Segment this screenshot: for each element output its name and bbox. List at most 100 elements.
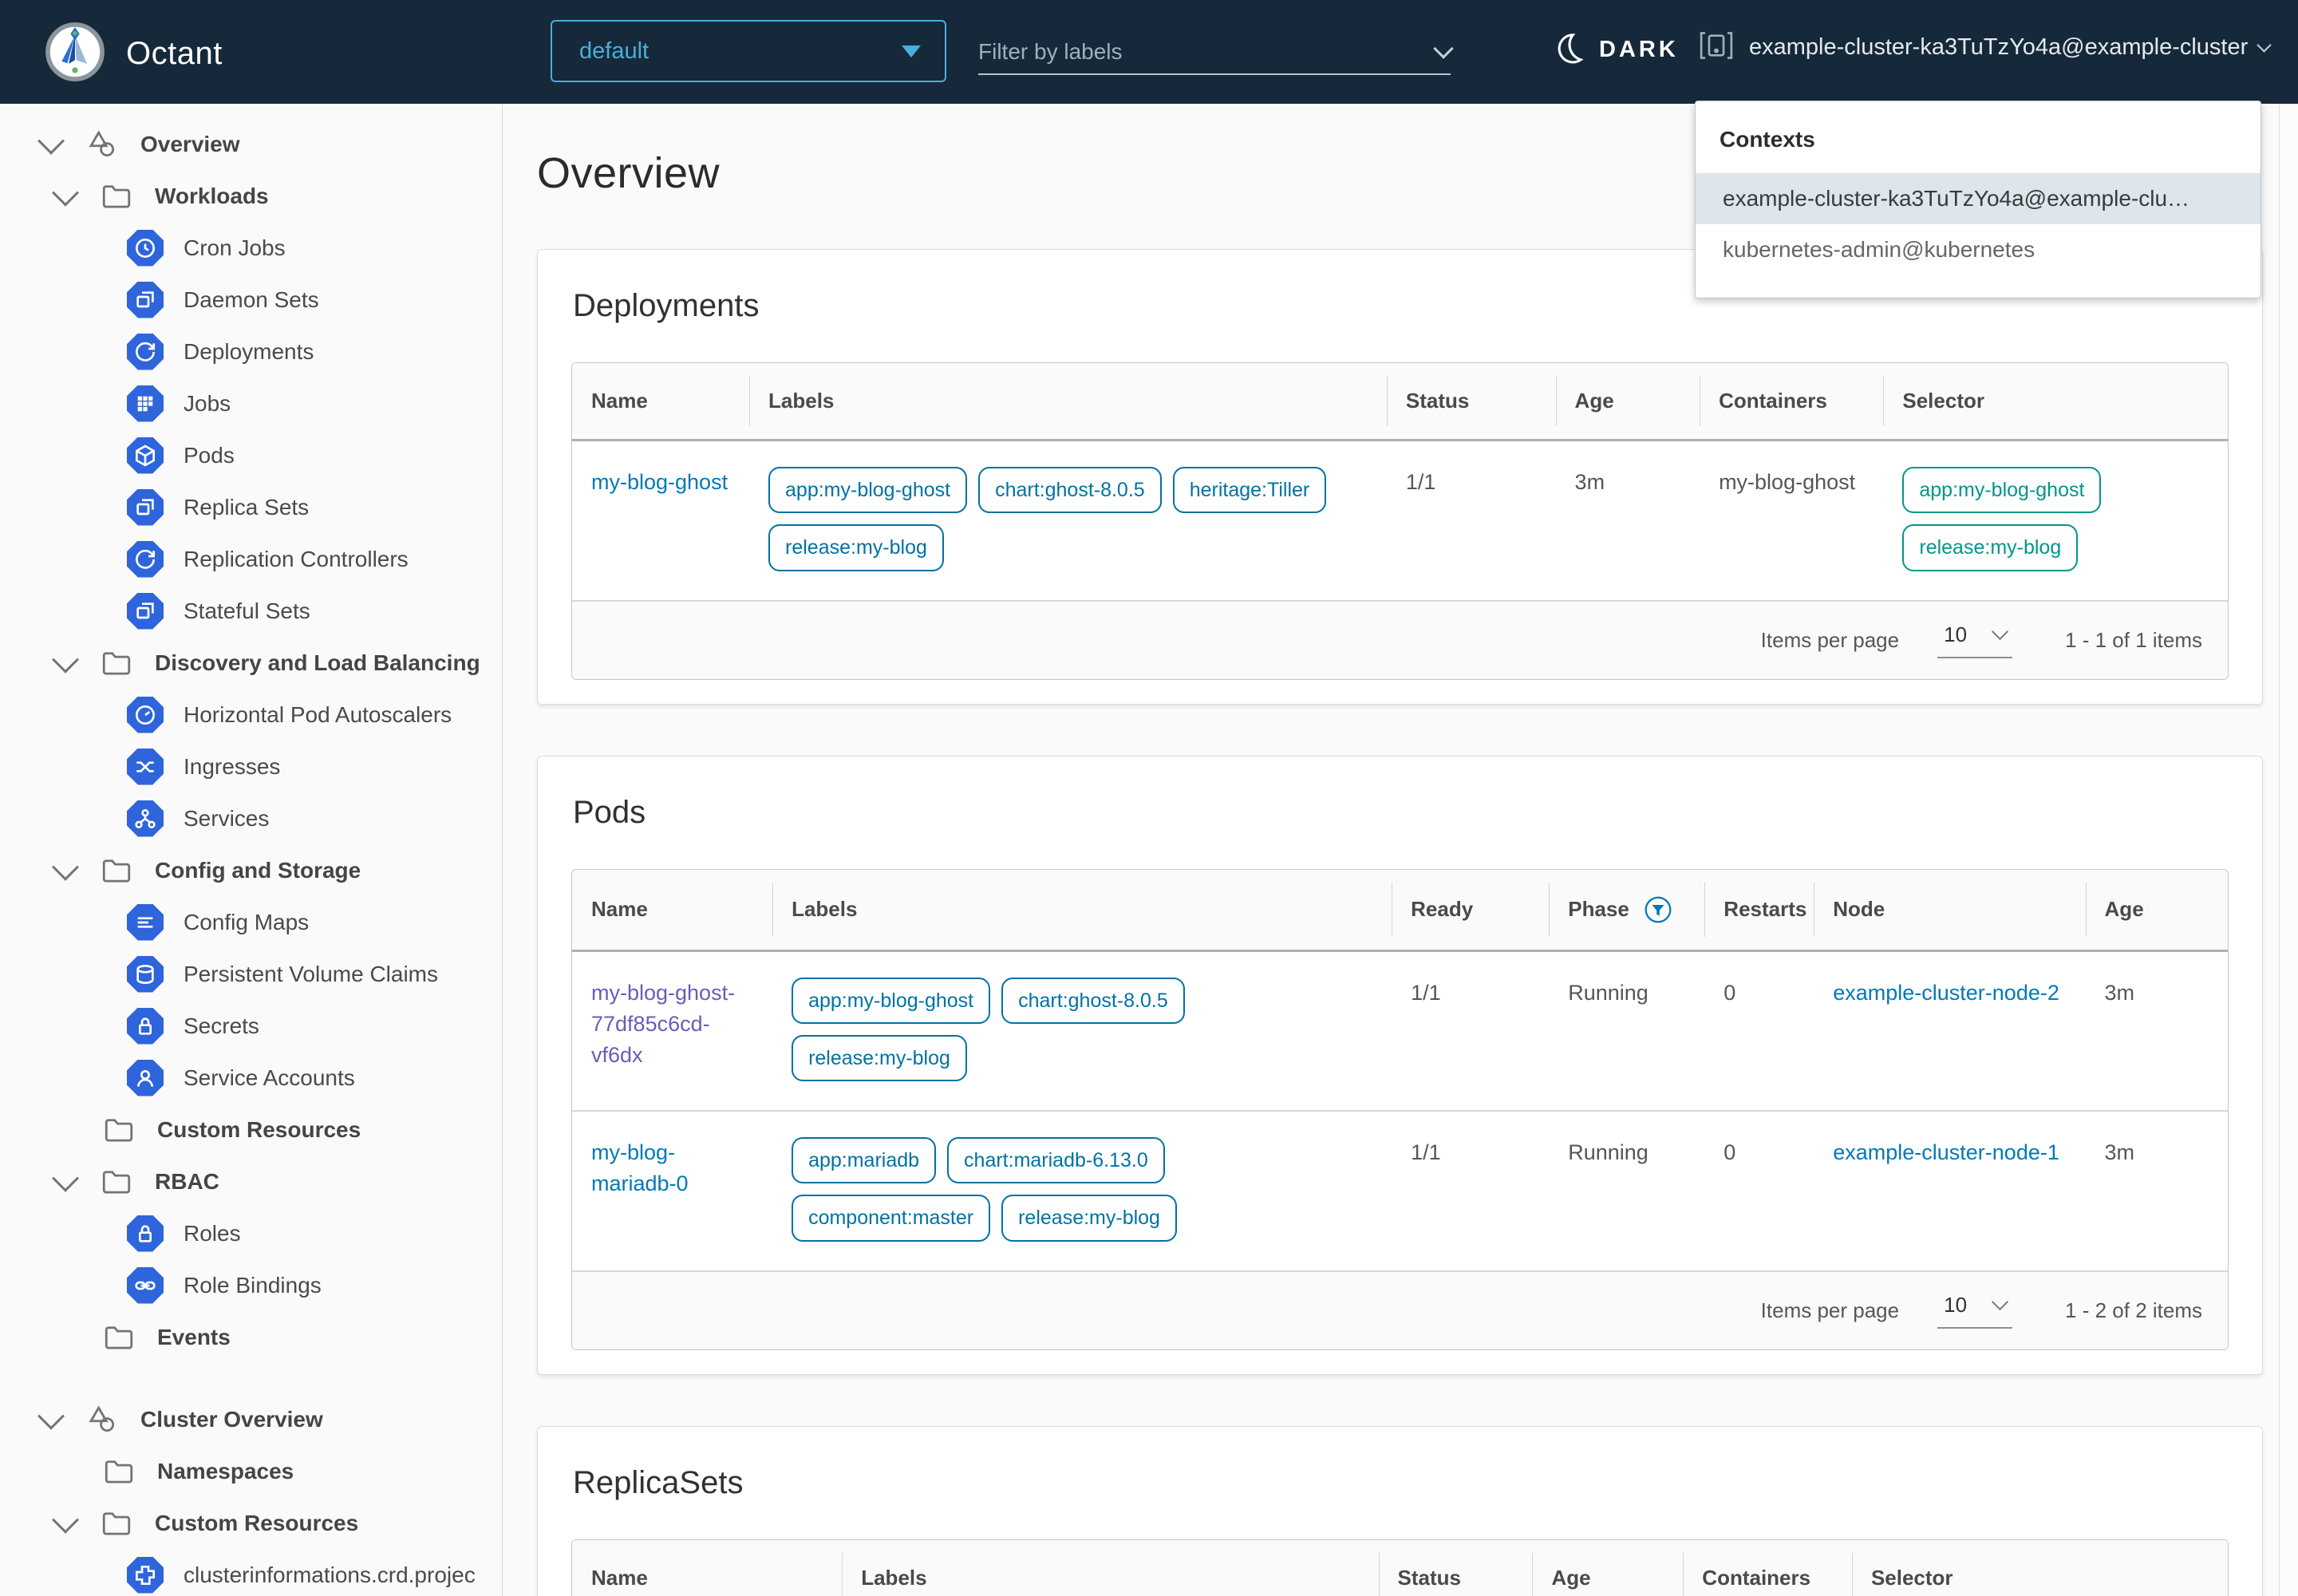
label-chip[interactable]: chart:ghost-8.0.5: [978, 467, 1162, 513]
label-chip[interactable]: heritage:Tiller: [1173, 467, 1327, 513]
sidebar-item-persistent-volume-claims[interactable]: Persistent Volume Claims: [0, 948, 502, 1000]
sidebar-item-events[interactable]: Events: [0, 1311, 502, 1363]
label-chip[interactable]: app:my-blog-ghost: [768, 467, 967, 513]
column-header-labels: Labels: [772, 870, 1392, 951]
sidebar-item-config-maps[interactable]: Config Maps: [0, 896, 502, 948]
column-header-node: Node: [1814, 870, 2085, 951]
sidebar-item-label: Cron Jobs: [184, 235, 286, 261]
sidebar-item-label: Custom Resources: [157, 1117, 361, 1143]
chevron-down-icon[interactable]: [52, 853, 79, 880]
table-header-row: Name Labels Status Age Containers Select…: [572, 363, 2228, 440]
sidebar-item-discovery-and-load-balancing[interactable]: Discovery and Load Balancing: [0, 637, 502, 689]
serviceaccount-icon: [126, 1060, 164, 1096]
configmap-icon: [126, 904, 164, 941]
column-header-name: Name: [572, 363, 749, 440]
chevron-down-icon[interactable]: [38, 127, 65, 154]
filter-funnel-icon[interactable]: [1644, 895, 1672, 924]
context-option[interactable]: kubernetes-admin@kubernetes: [1696, 224, 2260, 275]
sidebar-item-label: clusterinformations.crd.projec: [184, 1562, 476, 1588]
filter-placeholder: Filter by labels: [978, 39, 1436, 65]
page-size-select[interactable]: 10: [1937, 622, 2012, 658]
sidebar-item-role-bindings[interactable]: Role Bindings: [0, 1259, 502, 1311]
label-chip[interactable]: chart:mariadb-6.13.0: [947, 1137, 1165, 1183]
deployments-card: Deployments Name Labels Status Age Conta…: [537, 249, 2263, 705]
sidebar-item-clusterinformations-crd-projec[interactable]: clusterinformations.crd.projec: [0, 1549, 502, 1596]
sidebar-item-custom-resources[interactable]: Custom Resources: [0, 1104, 502, 1156]
age-cell: 3m: [1556, 440, 1700, 600]
label-chip[interactable]: release:my-blog: [768, 524, 944, 571]
column-header-selector: Selector: [1852, 1540, 2228, 1596]
sidebar-item-replication-controllers[interactable]: Replication Controllers: [0, 533, 502, 585]
chevron-down-icon[interactable]: [38, 1402, 65, 1429]
chevron-down-icon: [2257, 38, 2272, 52]
sidebar-item-cluster-overview[interactable]: Cluster Overview: [0, 1393, 502, 1445]
selector-chip[interactable]: app:my-blog-ghost: [1902, 467, 2101, 513]
sidebar-item-overview[interactable]: Overview: [0, 118, 502, 170]
sidebar-item-workloads[interactable]: Workloads: [0, 170, 502, 222]
chevron-down-icon[interactable]: [52, 1164, 79, 1191]
sidebar-item-horizontal-pod-autoscalers[interactable]: Horizontal Pod Autoscalers: [0, 689, 502, 741]
chevron-down-icon[interactable]: [52, 179, 79, 206]
chevron-down-icon[interactable]: [52, 1506, 79, 1533]
pod-link[interactable]: my-blog-mariadb-0: [591, 1140, 689, 1195]
deployment-link[interactable]: my-blog-ghost: [591, 470, 728, 494]
label-chip[interactable]: release:my-blog: [792, 1035, 967, 1081]
label-chip[interactable]: component:master: [792, 1195, 990, 1241]
sidebar-item-jobs[interactable]: Jobs: [0, 377, 502, 429]
card-title: ReplicaSets: [573, 1465, 2229, 1501]
sidebar-item-ingresses[interactable]: Ingresses: [0, 741, 502, 792]
sidebar-item-label: Pods: [184, 443, 235, 468]
cronjob-icon: [126, 230, 164, 267]
theme-toggle[interactable]: DARK: [1551, 30, 1679, 69]
service-icon: [126, 800, 164, 837]
chevron-down-icon[interactable]: [52, 646, 79, 673]
label-chip[interactable]: release:my-blog: [1001, 1195, 1177, 1241]
page-size-select[interactable]: 10: [1937, 1293, 2012, 1329]
sidebar-item-label: Horizontal Pod Autoscalers: [184, 702, 452, 728]
sidebar-item-config-and-storage[interactable]: Config and Storage: [0, 844, 502, 896]
sidebar-item-label: Config and Storage: [155, 858, 361, 883]
node-link[interactable]: example-cluster-node-1: [1833, 1140, 2059, 1164]
label-chip[interactable]: app:my-blog-ghost: [792, 978, 990, 1024]
sidebar-item-label: Workloads: [155, 184, 269, 209]
column-header-labels: Labels: [749, 363, 1387, 440]
column-header-containers: Containers: [1700, 363, 1883, 440]
pod-link[interactable]: my-blog-ghost-77df85c6cd-vf6dx: [591, 981, 735, 1067]
context-label: example-cluster-ka3TuTzYo4a@example-clus…: [1749, 34, 2248, 61]
selector-chip[interactable]: release:my-blog: [1902, 524, 2078, 571]
sidebar-item-rbac[interactable]: RBAC: [0, 1156, 502, 1207]
sidebar-item-label: Daemon Sets: [184, 287, 319, 313]
context-selector[interactable]: example-cluster-ka3TuTzYo4a@example-clus…: [1698, 29, 2269, 66]
sidebar-item-label: Deployments: [184, 339, 314, 365]
sidebar-item-services[interactable]: Services: [0, 792, 502, 844]
page-size-value: 10: [1944, 1293, 1967, 1317]
sidebar-item-stateful-sets[interactable]: Stateful Sets: [0, 585, 502, 637]
column-header-name: Name: [572, 870, 772, 951]
context-option-selected[interactable]: example-cluster-ka3TuTzYo4a@example-clu…: [1696, 173, 2260, 224]
sidebar-item-namespaces[interactable]: Namespaces: [0, 1445, 502, 1497]
node-link[interactable]: example-cluster-node-2: [1833, 981, 2059, 1005]
sidebar-item-replica-sets[interactable]: Replica Sets: [0, 481, 502, 533]
label-chip[interactable]: app:mariadb: [792, 1137, 936, 1183]
sidebar-item-deployments[interactable]: Deployments: [0, 326, 502, 377]
table-header-row: Name Labels Status Age Containers Select…: [572, 1540, 2228, 1596]
sidebar-item-label: Namespaces: [157, 1459, 294, 1484]
label-chip[interactable]: chart:ghost-8.0.5: [1001, 978, 1185, 1024]
vertical-scrollbar[interactable]: [2279, 104, 2298, 1596]
sidebar-item-cron-jobs[interactable]: Cron Jobs: [0, 222, 502, 274]
sidebar-item-label: Cluster Overview: [140, 1407, 323, 1432]
filter-labels-input[interactable]: Filter by labels: [978, 30, 1451, 75]
sidebar-item-service-accounts[interactable]: Service Accounts: [0, 1052, 502, 1104]
deployments-table: Name Labels Status Age Containers Select…: [571, 362, 2229, 680]
sidebar-item-pods[interactable]: Pods: [0, 429, 502, 481]
sidebar-item-label: Ingresses: [184, 754, 280, 780]
theme-label: DARK: [1599, 37, 1679, 63]
namespace-select[interactable]: default: [551, 20, 946, 82]
page-size-value: 10: [1944, 622, 1967, 647]
pod-icon: [126, 437, 164, 474]
sidebar-item-daemon-sets[interactable]: Daemon Sets: [0, 274, 502, 326]
sidebar-item-custom-resources[interactable]: Custom Resources: [0, 1497, 502, 1549]
age-cell: 3m: [2086, 950, 2228, 1111]
sidebar-item-secrets[interactable]: Secrets: [0, 1000, 502, 1052]
sidebar-item-roles[interactable]: Roles: [0, 1207, 502, 1259]
